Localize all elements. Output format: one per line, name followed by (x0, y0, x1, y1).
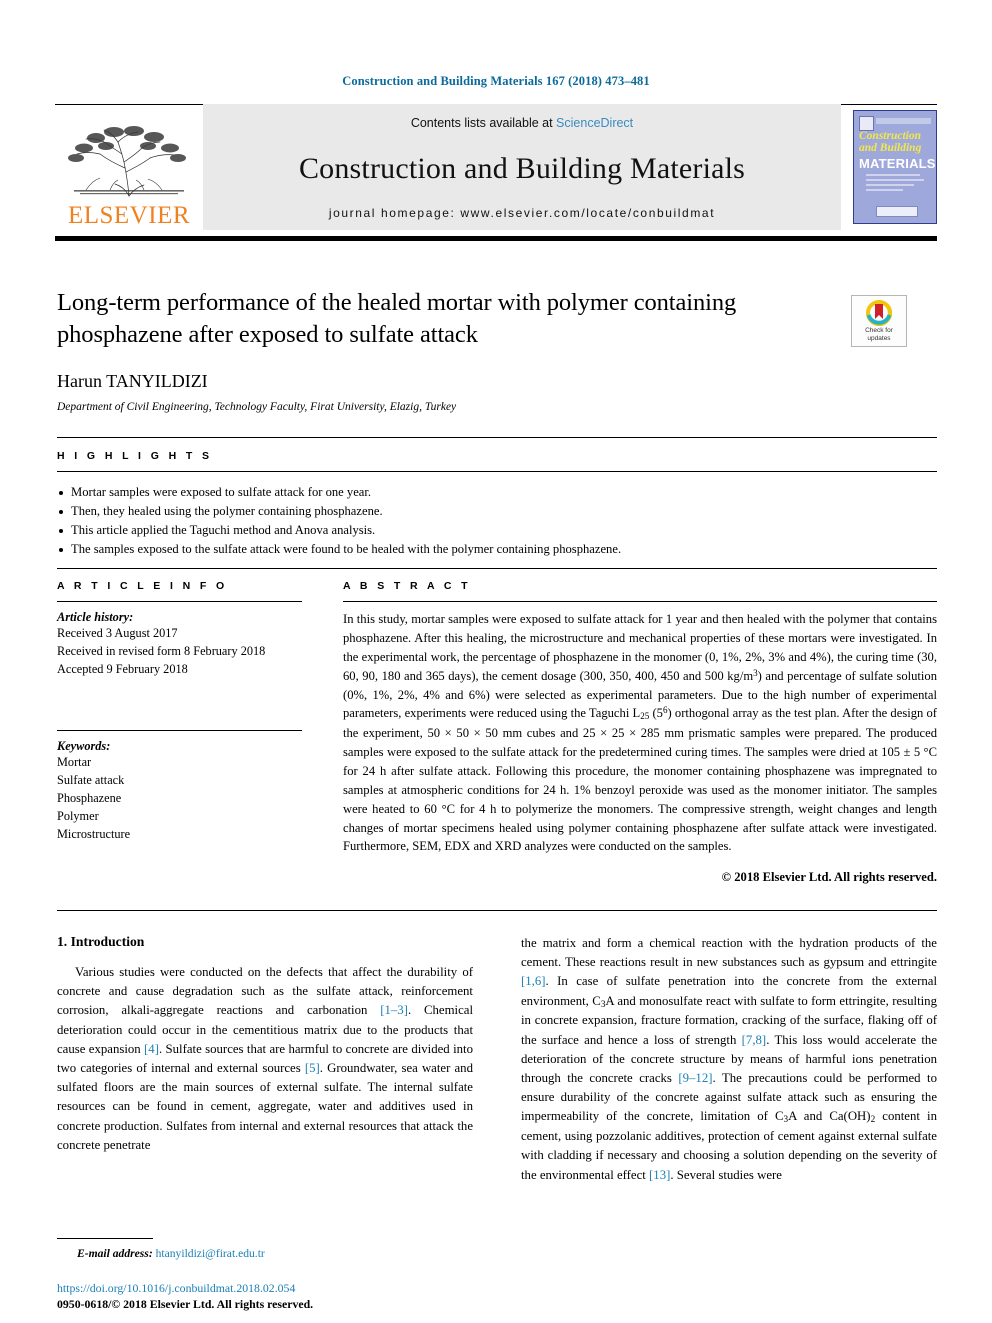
elsevier-wordmark: ELSEVIER (67, 202, 191, 229)
keyword-item: Mortar (57, 755, 92, 770)
abstract-divider (343, 601, 937, 602)
running-head: Construction and Building Materials 167 … (342, 74, 650, 88)
section-heading-introduction: 1. Introduction (57, 934, 145, 949)
article-history-received: Received 3 August 2017 (57, 626, 178, 640)
keyword-item: Phosphazene (57, 791, 122, 806)
highlights-list: Mortar samples were exposed to sulfate a… (57, 483, 937, 560)
contents-prefix: Contents lists available at (410, 116, 557, 130)
intro-paragraph-right: the matrix and form a chemical reaction … (521, 936, 938, 1182)
list-item: Mortar samples were exposed to sulfate a… (57, 483, 937, 502)
article-info-divider (57, 601, 302, 602)
sciencedirect-link[interactable]: ScienceDirect (556, 116, 633, 130)
body-column-right: the matrix and form a chemical reaction … (521, 934, 937, 1264)
keywords-heading: Keywords: (57, 739, 111, 754)
journal-cover-thumbnail: Construction and Building MATERIALS (841, 104, 937, 230)
body-top-rule (57, 910, 937, 911)
journal-masthead: ELSEVIER Contents lists available at Sci… (55, 104, 937, 230)
journal-title: Construction and Building Materials (298, 151, 746, 185)
article-info-heading: A R T I C L E I N F O (57, 580, 228, 592)
cover-top-bar (876, 118, 931, 124)
article-history-revised: Received in revised form 8 February 2018 (57, 643, 266, 658)
footnote-email-link[interactable]: htanyildizi@firat.edu.tr (156, 1247, 265, 1260)
footnote-email-label: E-mail address: (77, 1247, 153, 1260)
author-name: Harun TANYILDIZI (57, 370, 208, 391)
copyright-line: 0950-0618/© 2018 Elsevier Ltd. All right… (57, 1296, 314, 1311)
crossmark-label-line1: Check for (865, 326, 893, 334)
doi-link[interactable]: https://doi.org/10.1016/j.conbuildmat.20… (57, 1281, 557, 1297)
list-item: The samples exposed to the sulfate attac… (57, 540, 937, 559)
cover-image: Construction and Building MATERIALS (853, 110, 937, 224)
list-item: This article applied the Taguchi method … (57, 521, 937, 540)
keywords-block: Keywords: Mortar Sulfate attack Phosphaz… (57, 730, 302, 843)
footnote-email-line: E-mail address: htanyildizi@firat.edu.tr (57, 1247, 473, 1260)
page-title: Long-term performance of the healed mort… (57, 289, 737, 348)
footnote-rule (57, 1238, 153, 1239)
list-item: Then, they healed using the polymer cont… (57, 502, 937, 521)
highlights-top-rule (57, 437, 937, 438)
highlights-heading: H I G H L I G H T S (57, 450, 213, 462)
footnote-block: E-mail address: htanyildizi@firat.edu.tr (57, 1238, 473, 1260)
keyword-item: Microstructure (57, 826, 131, 841)
elsevier-tree-icon (66, 124, 192, 202)
cover-footer-box (876, 206, 918, 217)
keywords-divider (57, 730, 302, 732)
article-info-column: A R T I C L E I N F O Article history: R… (57, 580, 302, 844)
cover-title-line2: and Building (859, 142, 922, 154)
highlights-section: H I G H L I G H T S Mortar samples were … (57, 450, 937, 560)
intro-paragraph-left: Various studies were conducted on the de… (57, 965, 474, 1152)
crossmark-badge[interactable]: Check for updates (851, 295, 907, 347)
journal-homepage-line[interactable]: journal homepage: www.elsevier.com/locat… (329, 206, 715, 220)
author-affiliation: Department of Civil Engineering, Technol… (57, 400, 457, 413)
cover-blurb-lines (866, 174, 926, 200)
abstract-heading: A B S T R A C T (343, 580, 471, 592)
keyword-item: Sulfate attack (57, 773, 125, 788)
elsevier-logo: ELSEVIER (55, 104, 203, 230)
masthead-center-panel: Contents lists available at ScienceDirec… (203, 104, 841, 230)
crossmark-icon (866, 299, 892, 326)
body-columns: 1. Introduction Various studies were con… (57, 934, 937, 1264)
abstract-rights: © 2018 Elsevier Ltd. All rights reserved… (721, 870, 937, 885)
masthead-bottom-rule (55, 236, 937, 241)
info-abstract-top-rule (57, 568, 937, 569)
contents-lists-line: Contents lists available at ScienceDirec… (411, 116, 633, 130)
article-history-heading: Article history: (57, 610, 134, 624)
page-footer: https://doi.org/10.1016/j.conbuildmat.20… (57, 1281, 557, 1313)
cover-title-line3: MATERIALS (859, 156, 936, 171)
keyword-item: Polymer (57, 808, 99, 823)
title-block: Long-term performance of the healed mort… (57, 287, 937, 413)
abstract-body: In this study, mortar samples were expos… (343, 612, 938, 854)
body-column-left: 1. Introduction Various studies were con… (57, 934, 473, 1264)
article-first-page: Construction and Building Materials 167 … (0, 0, 992, 1323)
cover-logo-square (859, 116, 874, 131)
abstract-column: A B S T R A C T In this study, mortar sa… (343, 580, 937, 885)
crossmark-label-line2: updates (867, 335, 891, 342)
highlights-divider (57, 471, 937, 472)
article-history-accepted: Accepted 9 February 2018 (57, 661, 188, 676)
cover-title-line1: Construction (859, 130, 921, 142)
